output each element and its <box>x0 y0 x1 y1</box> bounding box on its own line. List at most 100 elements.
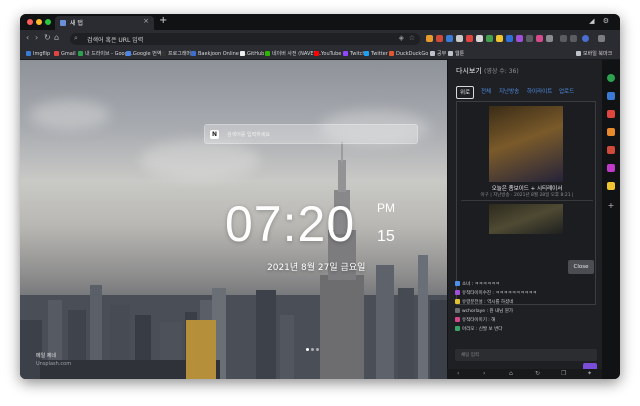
copy-icon[interactable]: ❐ <box>561 370 566 377</box>
tab-past-broadcasts[interactable]: 지난방송 <box>496 86 522 99</box>
credit-source[interactable]: Unsplash.com <box>36 360 71 368</box>
new-tab-page: N 검색어를 입력하세요 07:20 PM 15 2021년 8월 27일 금요… <box>20 60 447 379</box>
bookmarks-bar: Imgflip Gmail 내 드라이브 - Googl... Google 번… <box>20 48 620 60</box>
zoom-window-button[interactable] <box>45 19 51 25</box>
chat-list: 소녀 : ㅋㅋㅋㅋㅋㅋ 유적타이미수진 : ㅋㅋㅋㅋㅋㅋㅋㅋㅋㅋ 유령분전설 :… <box>455 280 597 334</box>
panel-title: 다시보기 (영상 수: 36) <box>456 66 519 76</box>
close-window-button[interactable] <box>27 19 33 25</box>
reload-icon[interactable]: ↻ <box>535 370 540 377</box>
menu-icon[interactable] <box>598 35 605 42</box>
bookmark-favicon-icon <box>161 50 166 56</box>
sidebar-app-icon[interactable] <box>607 146 615 154</box>
bookmark-item[interactable]: Gmail <box>54 49 76 59</box>
bookmark-item[interactable]: Imgflip <box>26 49 50 59</box>
minimize-window-button[interactable] <box>36 19 42 25</box>
extension-icon[interactable] <box>496 35 503 42</box>
bookmark-star-icon[interactable]: ☆ <box>409 34 415 42</box>
tab-highlights[interactable]: 하이라이트 <box>524 86 555 99</box>
credit-line: 메일 제네 <box>36 353 56 359</box>
tab-strip-icons[interactable]: ◢ ⚙ <box>589 17 612 25</box>
video-thumbnail[interactable] <box>489 106 563 182</box>
twitch-icon <box>343 50 348 56</box>
naver-icon <box>265 50 270 56</box>
mobile-bookmarks-folder[interactable]: 모바일 북마크 <box>576 49 612 59</box>
extension-icon[interactable] <box>466 35 473 42</box>
bookmark-item[interactable]: GitHub <box>240 49 264 59</box>
back-icon[interactable]: ‹ <box>26 33 29 42</box>
tab-all[interactable]: 전체 <box>478 86 494 99</box>
page-dot[interactable] <box>311 348 314 351</box>
duckduckgo-icon <box>389 50 394 56</box>
sidebar-app-icon[interactable] <box>607 164 615 172</box>
extension-icon[interactable] <box>506 35 513 42</box>
chat-input[interactable]: 채팅 입력 <box>455 349 597 361</box>
drive-icon <box>78 50 83 56</box>
page-indicator <box>305 336 320 355</box>
search-box[interactable]: N 검색어를 입력하세요 <box>204 124 418 144</box>
chat-message: 유령분전설 : 역시를 하셨네 <box>455 298 597 307</box>
close-button[interactable]: Close <box>568 260 594 274</box>
bookmark-favicon-icon <box>26 50 31 56</box>
page-dot[interactable] <box>306 348 309 351</box>
bookmark-folder[interactable]: 웹툰 <box>448 49 464 59</box>
divider <box>461 200 593 201</box>
page-dot[interactable] <box>316 348 319 351</box>
bookmark-item[interactable]: Twitter <box>364 49 388 59</box>
video-card[interactable]: 오늘은 좀보이드 + 시티레이서 아구 | 지난방송 · 2021년 8월 28… <box>456 101 596 305</box>
tab-new-tab[interactable]: 새 탭 × <box>55 16 154 30</box>
bookmark-item[interactable]: Baekjoon Online J... <box>191 49 247 59</box>
home-icon[interactable]: ⌂ <box>509 370 513 377</box>
forward-icon[interactable]: › <box>35 33 38 42</box>
avatar[interactable] <box>582 35 589 42</box>
reload-icon[interactable]: ↻ <box>44 33 51 42</box>
chat-message: wchorlaye : 뭔 내님 뭔가 <box>455 307 597 316</box>
address-bar[interactable]: ⌕ 검색어 혹은 URL 입력 ◈ ☆ <box>70 33 420 45</box>
sidebar-app-icon[interactable] <box>607 128 615 136</box>
chat-placeholder: 채팅 입력 <box>461 353 479 358</box>
new-tab-button[interactable]: + <box>159 15 167 26</box>
video-title[interactable]: 오늘은 좀보이드 + 시티레이서 <box>457 184 597 192</box>
sidebar-app-icon[interactable] <box>607 92 615 100</box>
clock-date: 2021년 8월 27일 금요일 <box>267 263 366 273</box>
extension-icon[interactable] <box>486 35 493 42</box>
shield-icon[interactable]: ◈ <box>399 34 404 42</box>
sidebar-app-icon[interactable] <box>607 182 615 190</box>
sidebar-app-icon[interactable] <box>607 110 615 118</box>
forward-icon[interactable]: › <box>483 370 485 377</box>
sidebar-app-icon[interactable] <box>607 74 615 82</box>
extension-icon[interactable] <box>456 35 463 42</box>
extension-icon[interactable] <box>536 35 543 42</box>
extension-icon[interactable] <box>526 35 533 42</box>
extension-icon[interactable] <box>426 35 433 42</box>
home-icon[interactable]: ⌂ <box>54 33 59 42</box>
tab-uploads[interactable]: 업로드 <box>556 86 577 99</box>
video-meta: 아구 | 지난방송 · 2021년 8월 28일 오후 8:21 | <box>480 193 574 198</box>
bookmark-favicon-icon <box>191 50 196 56</box>
bookmark-item[interactable]: DuckDuckGo <box>389 49 428 59</box>
tab-up[interactable]: 위로 <box>456 86 475 99</box>
chat-badge-icon <box>455 316 460 322</box>
extension-icon[interactable] <box>436 35 443 42</box>
extension-icon[interactable] <box>476 35 483 42</box>
photo-credit: 메일 제네 Unsplash.com <box>36 352 71 368</box>
pin-icon[interactable]: ✦ <box>587 370 592 377</box>
tab-close-icon[interactable]: × <box>143 17 149 25</box>
sidebar-toggle-icon[interactable] <box>560 35 567 42</box>
extensions-icon[interactable] <box>570 35 577 42</box>
chat-badge-icon <box>455 280 460 286</box>
bookmark-item[interactable]: Twitch <box>343 49 366 59</box>
github-icon <box>240 50 245 56</box>
back-icon[interactable]: ‹ <box>457 370 459 377</box>
chat-message: 유적타이미기 : 해 <box>455 316 597 325</box>
tab-title: 새 탭 <box>70 20 83 27</box>
extension-icon[interactable] <box>546 35 553 42</box>
video-count: (영상 수: 36) <box>484 68 519 75</box>
chat-message: 아리모 : 신발 보 번다 <box>455 325 597 334</box>
bookmark-item[interactable]: YouTube <box>314 49 341 59</box>
bookmark-folder[interactable]: 공부 <box>430 49 446 59</box>
video-thumbnail[interactable] <box>489 204 563 234</box>
add-icon[interactable]: + <box>607 202 615 210</box>
extension-icon[interactable] <box>446 35 453 42</box>
bookmark-item[interactable]: Google 번역 <box>126 49 161 59</box>
extension-icon[interactable] <box>516 35 523 42</box>
